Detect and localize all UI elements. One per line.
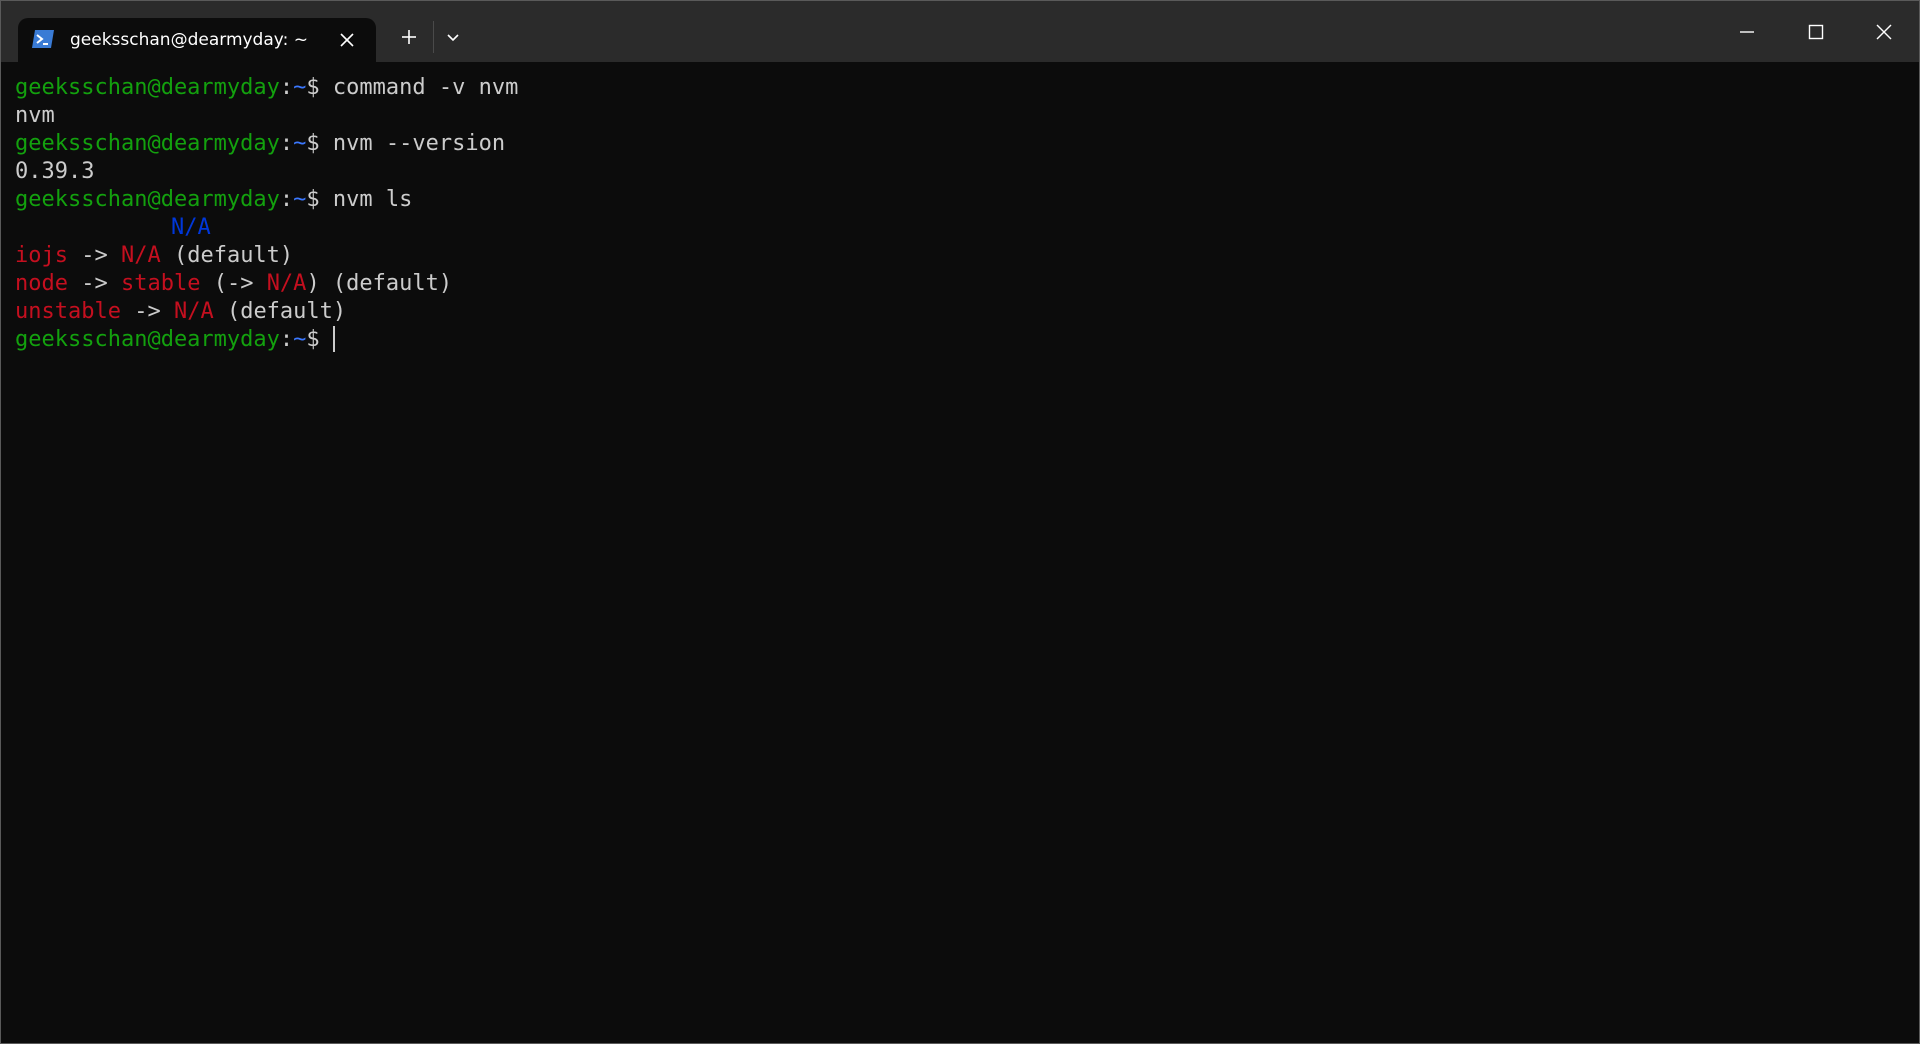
profiles-dropdown-button[interactable] [437,21,469,53]
prompt-symbol: $ [306,75,333,100]
prompt-user-host: geeksschan@dearmyday [15,75,280,100]
alias-name: unstable [15,299,121,324]
prompt-symbol: $ [306,327,333,352]
close-icon [1876,24,1892,40]
chevron-down-icon [447,34,459,42]
title-bar[interactable]: geeksschan@dearmyday: ~ [1,1,1919,62]
tab-terminal[interactable]: geeksschan@dearmyday: ~ [18,18,376,62]
terminal-line: geeksschan@dearmyday:~$ [15,326,1909,354]
alias-suffix: (default) [160,243,294,268]
output-current-version: N/A [171,215,211,240]
terminal-line: nvm [15,102,1909,130]
prompt-user-host: geeksschan@dearmyday [15,131,280,156]
prompt-user-host: geeksschan@dearmyday [15,327,280,352]
prompt-path: ~ [293,131,307,156]
prompt-colon: : [279,187,294,212]
alias-suffix: ) (default) [306,271,453,296]
command-text: nvm --version [332,131,506,156]
output-text: 0.39.3 [15,159,95,184]
terminal-line: unstable -> N/A (default) [15,298,1909,326]
command-text: nvm ls [332,187,413,212]
alias-open: (-> [200,271,267,296]
terminal-window: geeksschan@dearmyday: ~ geeksschan@dearm… [0,0,1920,1044]
terminal-line: node -> stable (-> N/A) (default) [15,270,1909,298]
prompt-path: ~ [293,327,307,352]
close-tab-icon[interactable] [338,31,356,49]
prompt-user-host: geeksschan@dearmyday [15,187,280,212]
new-tab-button[interactable] [393,21,425,53]
prompt-colon: : [279,75,294,100]
plus-icon [402,30,416,44]
maximize-button[interactable] [1782,1,1850,62]
alias-arrow: -> [120,299,174,324]
output-text: nvm [15,103,55,128]
terminal-line: geeksschan@dearmyday:~$ command -v nvm [15,74,1909,102]
close-window-button[interactable] [1850,1,1918,62]
terminal-line: geeksschan@dearmyday:~$ nvm --version [15,130,1909,158]
terminal-line: iojs -> N/A (default) [15,242,1909,270]
tab-title: geeksschan@dearmyday: ~ [70,30,308,50]
prompt-path: ~ [293,187,307,212]
prompt-path: ~ [293,75,307,100]
text-cursor [332,326,335,352]
minimize-button[interactable] [1713,1,1781,62]
prompt-symbol: $ [306,131,333,156]
terminal-line: 0.39.3 [15,158,1909,186]
prompt-colon: : [279,131,294,156]
alias-suffix: (default) [213,299,347,324]
alias-arrow: -> [67,271,121,296]
terminal-icon [31,29,55,49]
terminal-line: N/A [15,214,1909,242]
alias-target: N/A [173,299,214,324]
alias-arrow: -> [67,243,121,268]
alias-resolved: N/A [266,271,307,296]
alias-target: N/A [120,243,161,268]
command-text: command -v nvm [332,75,519,100]
alias-target: stable [120,271,201,296]
alias-name: iojs [15,243,68,268]
terminal-output[interactable]: geeksschan@dearmyday:~$ command -v nvm n… [15,74,1909,1043]
maximize-icon [1808,24,1824,40]
minimize-icon [1740,31,1754,33]
prompt-colon: : [279,327,294,352]
tab-divider [433,21,434,53]
alias-name: node [15,271,68,296]
terminal-line: geeksschan@dearmyday:~$ nvm ls [15,186,1909,214]
prompt-symbol: $ [306,187,333,212]
